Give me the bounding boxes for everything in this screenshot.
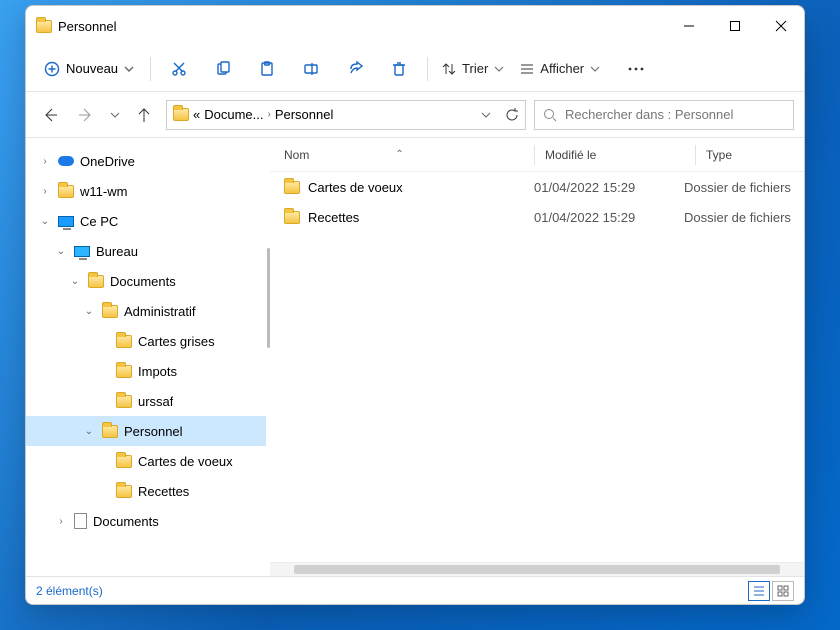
nav-tree: ›OneDrive ›w11-wm ⌄Ce PC ⌄Bureau ⌄Docume…	[26, 138, 266, 576]
tree-node-documents[interactable]: ⌄Documents	[26, 266, 266, 296]
sort-icon	[442, 62, 456, 76]
folder-icon	[116, 335, 132, 348]
search-input[interactable]: Rechercher dans : Personnel	[534, 100, 794, 130]
forward-button[interactable]	[72, 100, 100, 130]
folder-icon	[173, 108, 189, 121]
tree-node[interactable]: Recettes	[26, 476, 266, 506]
folder-icon	[102, 305, 118, 318]
share-button[interactable]	[335, 51, 375, 87]
paste-button[interactable]	[247, 51, 287, 87]
folder-icon	[116, 365, 132, 378]
view-button[interactable]: Afficher	[514, 57, 606, 80]
cut-button[interactable]	[159, 51, 199, 87]
navbar: « Docume...› Personnel Rechercher dans :…	[26, 92, 804, 138]
close-button[interactable]	[758, 6, 804, 46]
copy-icon	[215, 61, 231, 77]
folder-icon	[58, 185, 74, 198]
scissors-icon	[171, 61, 187, 77]
rename-button[interactable]	[291, 51, 331, 87]
minimize-button[interactable]	[666, 6, 712, 46]
sort-button[interactable]: Trier	[436, 57, 510, 80]
window-title: Personnel	[58, 19, 117, 34]
back-button[interactable]	[36, 100, 64, 130]
up-button[interactable]	[130, 100, 158, 130]
folder-icon	[116, 485, 132, 498]
tree-node[interactable]: ›w11-wm	[26, 176, 266, 206]
titlebar[interactable]: Personnel	[26, 6, 804, 46]
file-row[interactable]: Cartes de voeux 01/04/2022 15:29 Dossier…	[270, 172, 804, 202]
tree-node-desktop[interactable]: ⌄Bureau	[26, 236, 266, 266]
file-row[interactable]: Recettes 01/04/2022 15:29 Dossier de fic…	[270, 202, 804, 232]
copy-button[interactable]	[203, 51, 243, 87]
ellipsis-icon	[628, 67, 644, 71]
splitter[interactable]	[266, 138, 270, 576]
document-icon	[74, 513, 87, 529]
tree-node[interactable]: Cartes grises	[26, 326, 266, 356]
tree-node-personnel[interactable]: ⌄Personnel	[26, 416, 266, 446]
folder-icon	[102, 425, 118, 438]
cloud-icon	[58, 156, 74, 166]
rename-icon	[303, 61, 319, 77]
folder-icon	[284, 211, 300, 224]
folder-icon	[116, 395, 132, 408]
sort-asc-icon: ⌃	[395, 149, 403, 160]
breadcrumb-seg[interactable]: Personnel	[275, 107, 334, 122]
file-list: Nom⌃ Modifié le Type Cartes de voeux 01/…	[270, 138, 804, 576]
hscrollbar[interactable]	[270, 562, 804, 576]
address-bar[interactable]: « Docume...› Personnel	[166, 100, 526, 130]
clipboard-icon	[259, 61, 275, 77]
column-headers: Nom⌃ Modifié le Type	[270, 138, 804, 172]
maximize-button[interactable]	[712, 6, 758, 46]
chevron-down-icon[interactable]	[481, 110, 491, 120]
col-type[interactable]: Type	[706, 148, 804, 162]
statusbar: 2 élément(s)	[26, 576, 804, 604]
toolbar: Nouveau Trier Afficher	[26, 46, 804, 92]
tree-node-thispc[interactable]: ⌄Ce PC	[26, 206, 266, 236]
new-button[interactable]: Nouveau	[36, 57, 142, 81]
icons-view-button[interactable]	[772, 581, 794, 601]
breadcrumb-seg[interactable]: Docume...›	[204, 107, 271, 122]
refresh-icon[interactable]	[505, 108, 519, 122]
chevron-down-icon	[494, 64, 504, 74]
tree-node[interactable]: Impots	[26, 356, 266, 386]
folder-icon	[116, 455, 132, 468]
desktop-icon	[74, 246, 90, 257]
col-name[interactable]: Nom⌃	[284, 148, 534, 162]
tree-node[interactable]: Cartes de voeux	[26, 446, 266, 476]
trash-icon	[391, 61, 407, 77]
tree-node[interactable]: ⌄Administratif	[26, 296, 266, 326]
recent-button[interactable]	[108, 100, 122, 130]
col-modified[interactable]: Modifié le	[545, 148, 695, 162]
chevron-down-icon	[590, 64, 600, 74]
share-icon	[347, 61, 363, 77]
list-icon	[520, 62, 534, 76]
delete-button[interactable]	[379, 51, 419, 87]
tree-node[interactable]: ›Documents	[26, 506, 266, 536]
chevron-down-icon	[124, 64, 134, 74]
details-view-button[interactable]	[748, 581, 770, 601]
pc-icon	[58, 216, 74, 227]
folder-icon	[88, 275, 104, 288]
more-button[interactable]	[616, 51, 656, 87]
plus-circle-icon	[44, 61, 60, 77]
folder-icon	[36, 20, 52, 33]
explorer-window: Personnel Nouveau Trier	[25, 5, 805, 605]
item-count: 2 élément(s)	[36, 584, 103, 598]
search-icon	[543, 108, 557, 122]
tree-node[interactable]: urssaf	[26, 386, 266, 416]
tree-node-onedrive[interactable]: ›OneDrive	[26, 146, 266, 176]
folder-icon	[284, 181, 300, 194]
